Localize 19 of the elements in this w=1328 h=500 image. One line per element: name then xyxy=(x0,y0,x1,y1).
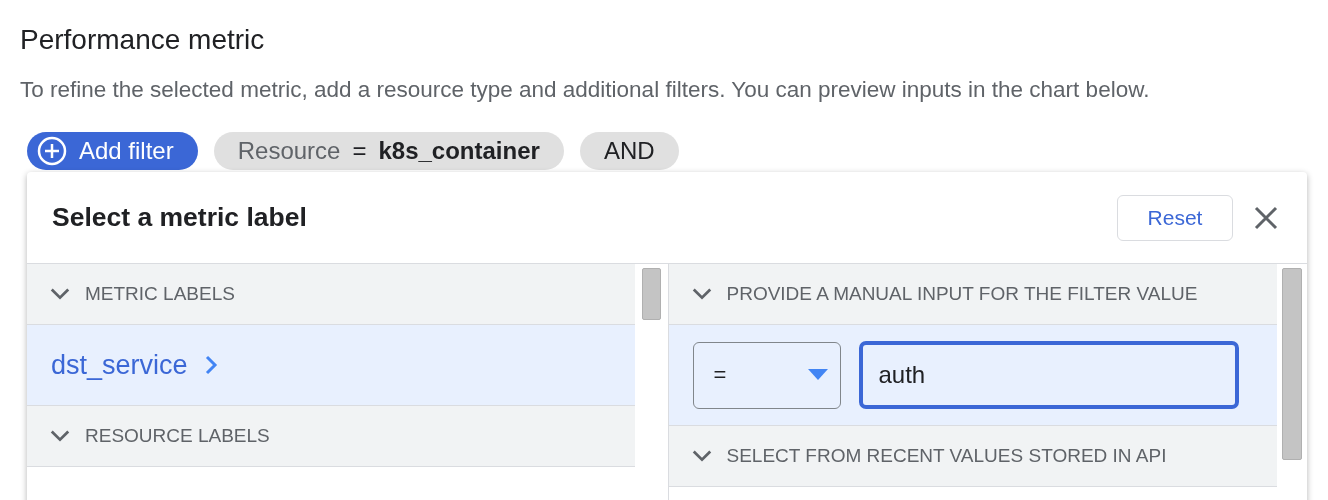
dropdown-arrow-icon xyxy=(807,369,828,381)
dialog-title: Select a metric label xyxy=(52,202,308,233)
filter-chip[interactable]: Resource = k8s_container xyxy=(213,132,564,170)
operator-select[interactable]: = xyxy=(692,341,841,409)
label-item[interactable]: dst_service xyxy=(27,325,635,406)
reset-button[interactable]: Reset xyxy=(1117,194,1233,241)
section-header[interactable]: SELECT FROM RECENT VALUES STORED IN API xyxy=(668,426,1277,487)
section-header[interactable]: RESOURCE LABELS xyxy=(27,406,635,467)
page-description: To refine the selected metric, add a resource type and additional filters. You can preview inputs in the chart below. xyxy=(20,76,1151,104)
section-header[interactable]: PROVIDE A MANUAL INPUT FOR THE FILTER VALUE xyxy=(668,264,1277,325)
section-header[interactable]: METRIC LABELS xyxy=(27,264,635,325)
scrollbar[interactable] xyxy=(641,268,661,320)
close-icon[interactable] xyxy=(1253,204,1279,231)
page-title: Performance metric xyxy=(20,23,266,57)
add-filter-button[interactable]: Add filter xyxy=(27,132,198,170)
filter-value-field[interactable]: auth xyxy=(858,341,1239,409)
scrollbar[interactable] xyxy=(1282,268,1302,460)
plus-circle-icon xyxy=(37,136,67,166)
operator-chip[interactable]: AND xyxy=(579,132,679,170)
